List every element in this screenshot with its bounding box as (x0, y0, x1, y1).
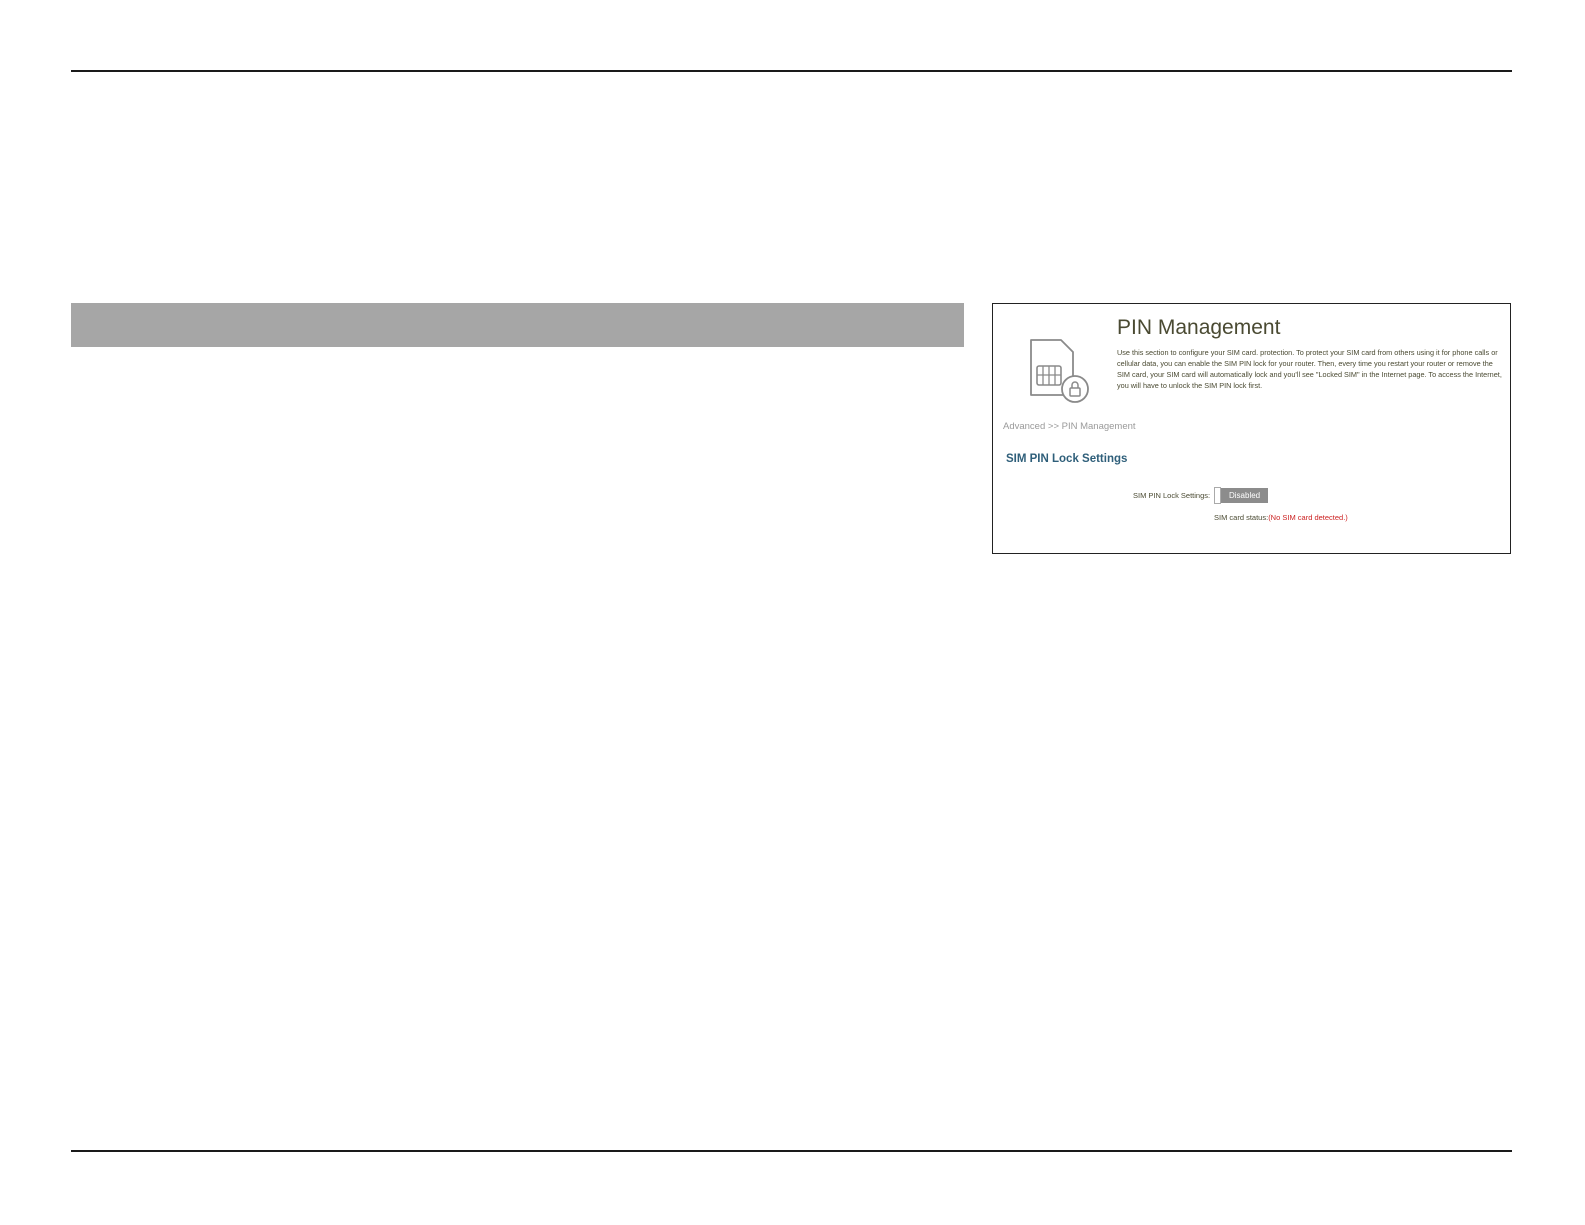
sim-card-status: SIM card status:(No SIM card detected.) (1214, 513, 1348, 522)
sim-pin-lock-section-title: SIM PIN Lock Settings (1006, 453, 1128, 465)
section-header-bar (71, 303, 964, 347)
sim-pin-lock-label: SIM PIN Lock Settings: (1133, 491, 1211, 500)
sim-status-value: (No SIM card detected.) (1268, 513, 1348, 522)
breadcrumb[interactable]: Advanced >> PIN Management (1003, 421, 1136, 432)
sim-pin-lock-toggle[interactable]: Disabled (1214, 486, 1269, 505)
toggle-knob[interactable] (1214, 487, 1221, 504)
sim-status-label: SIM card status: (1214, 513, 1269, 522)
top-rule (71, 70, 1512, 72)
page-title: PIN Management (1117, 316, 1281, 339)
pin-management-screenshot: PIN Management Use this section to confi… (992, 303, 1511, 554)
page-description: Use this section to configure your SIM c… (1117, 348, 1502, 390)
sim-card-lock-icon (1030, 339, 1089, 403)
bottom-rule (71, 1150, 1512, 1152)
toggle-state-label[interactable]: Disabled (1221, 488, 1269, 503)
